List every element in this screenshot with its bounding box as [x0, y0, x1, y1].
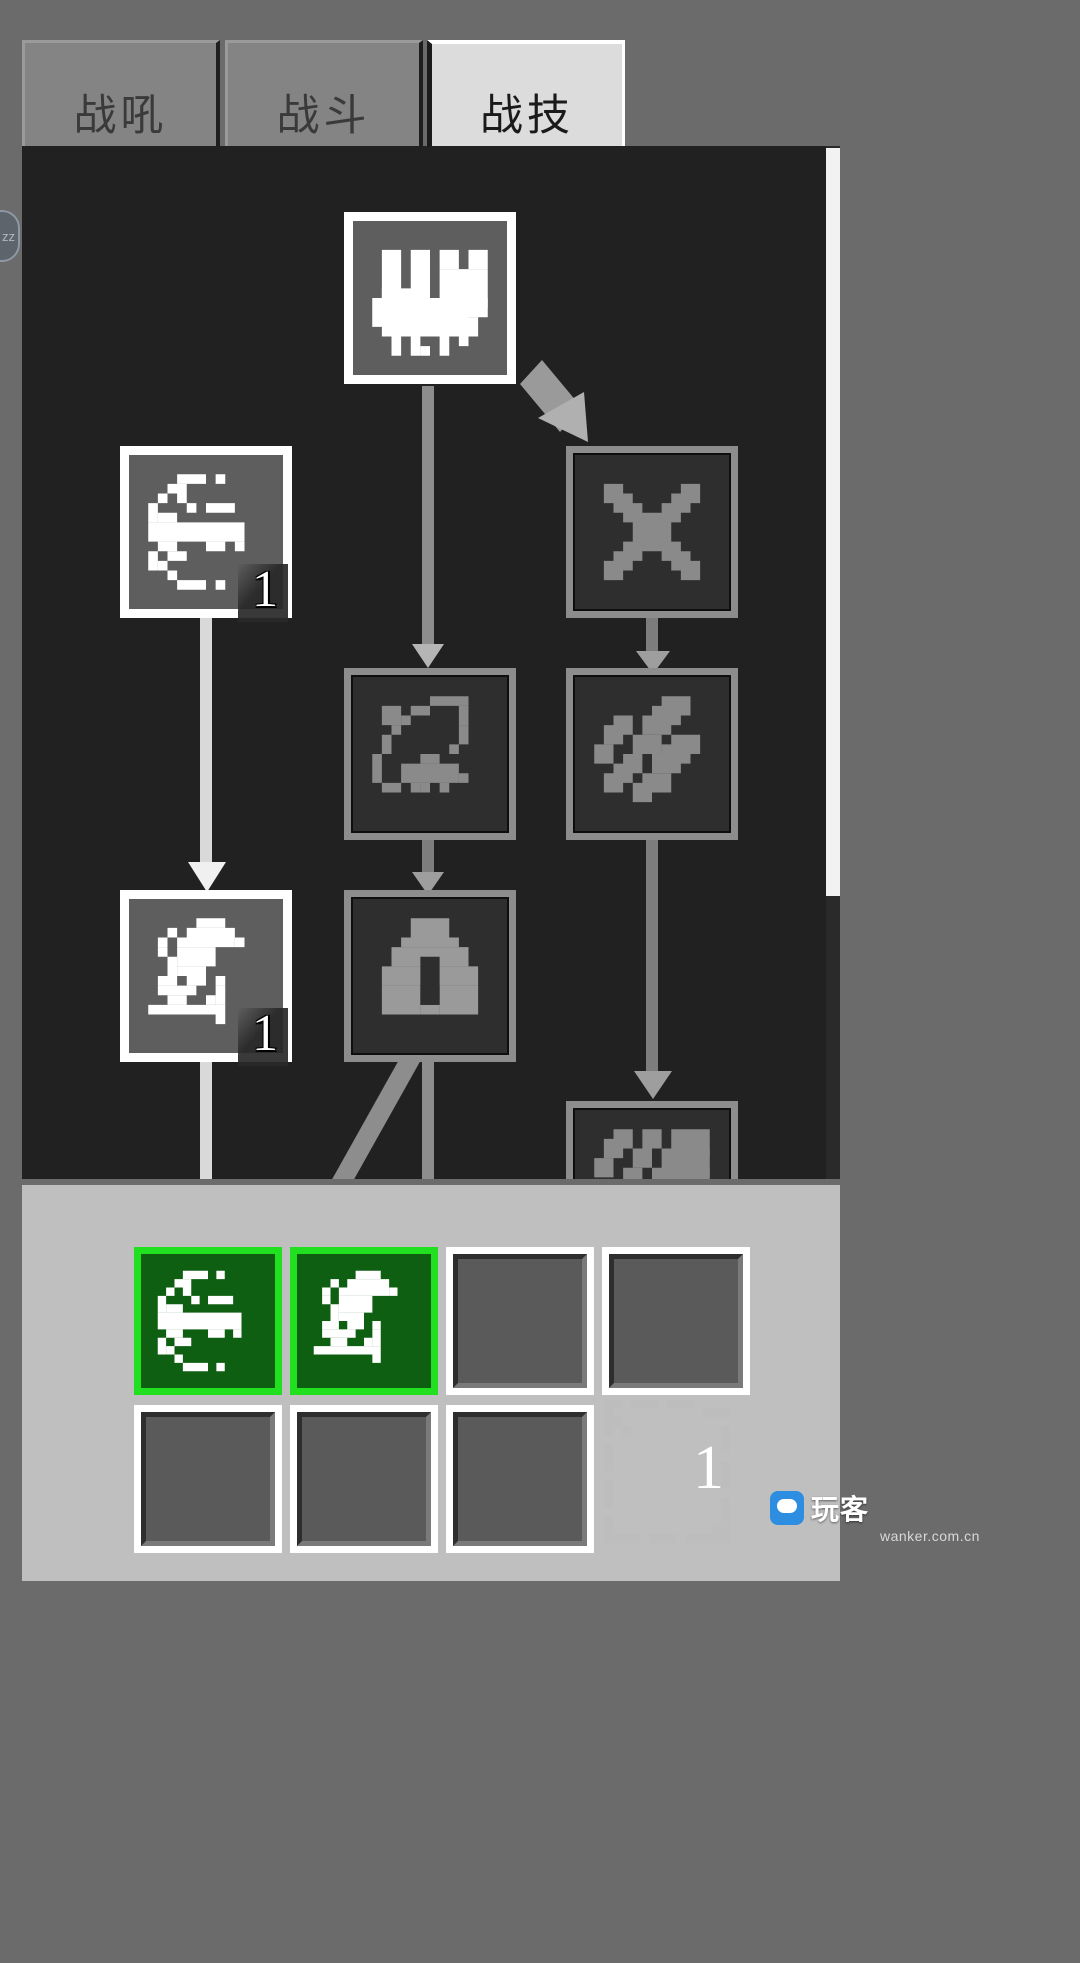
falling-shards-icon — [594, 696, 701, 803]
hotbar-slot-inner — [297, 1254, 431, 1388]
hotbar-slot-3[interactable] — [446, 1247, 594, 1395]
edge-handle-label: zz — [2, 228, 15, 244]
hotbar-slot-4[interactable] — [602, 1247, 750, 1395]
skill-level-badge: 1 — [238, 1008, 288, 1066]
chat-bubble-icon — [770, 1491, 804, 1525]
hotbar-slot-2[interactable] — [290, 1247, 438, 1395]
watermark-text: 玩客 — [811, 1494, 870, 1525]
hotbar-slot-5[interactable] — [134, 1405, 282, 1553]
skill-node-inner — [575, 1110, 729, 1179]
edge-handle[interactable]: zz — [0, 210, 20, 262]
skill-node-shards[interactable] — [566, 668, 738, 840]
skill-node-inner — [353, 677, 507, 831]
wave-claw-icon — [313, 1270, 398, 1363]
hotbar-slot-inner — [141, 1412, 275, 1546]
hotbar-slot-1[interactable] — [134, 1247, 282, 1395]
skill-node-inner — [575, 677, 729, 831]
hotbar-slot-inner — [453, 1412, 587, 1546]
rain-streak-icon — [594, 1129, 710, 1179]
watermark-url: wanker.com.cn — [880, 1528, 980, 1544]
skill-node-brace[interactable] — [344, 890, 516, 1062]
tab-war-cry-label: 战吼 — [73, 91, 168, 140]
fist-icon — [372, 249, 488, 356]
skill-node-inner — [575, 455, 729, 609]
rain-streak-icon — [604, 1399, 730, 1543]
skill-node-wave[interactable]: 1 — [120, 890, 292, 1066]
tree-scrollbar-thumb[interactable] — [826, 148, 840, 896]
skill-node-dash[interactable]: 1 — [120, 446, 292, 622]
skill-node-inner — [353, 221, 507, 375]
skill-node-rain[interactable] — [566, 1101, 738, 1179]
item-count-label: 1 — [693, 1434, 724, 1502]
hotbar-slot-inner — [609, 1254, 743, 1388]
skill-node-fist[interactable] — [344, 212, 516, 384]
watermark: 玩客 — [770, 1488, 869, 1528]
skill-node-inner — [353, 899, 507, 1053]
app-root: 战吼 战斗 战技 zz 1 1 1 玩客 wanker.com.cn — [0, 0, 1080, 1963]
skill-level-badge: 1 — [238, 564, 288, 622]
tab-war-skill-label: 战技 — [480, 92, 574, 140]
crouch-guard-icon — [381, 918, 479, 1015]
hotbar-slot-inner — [453, 1254, 587, 1388]
crossed-blades-icon — [603, 483, 701, 581]
hotbar-slot-inner — [141, 1254, 275, 1388]
tab-combat-label: 战斗 — [276, 91, 371, 140]
bottom-filler — [0, 1581, 1080, 1963]
item-count-tile[interactable]: 1 — [604, 1395, 748, 1547]
hotbar-slot-6[interactable] — [290, 1405, 438, 1553]
skill-tree-panel[interactable]: 1 1 — [22, 146, 840, 1179]
hotbar-slot-inner — [297, 1412, 431, 1546]
dash-slash-icon — [157, 1270, 242, 1372]
hotbar-slot-7[interactable] — [446, 1405, 594, 1553]
skill-tree-canvas: 1 1 — [22, 146, 840, 1179]
lasso-figure-icon — [372, 696, 469, 793]
skill-node-crossblades[interactable] — [566, 446, 738, 618]
tree-scrollbar-track[interactable] — [826, 146, 840, 1179]
skill-node-lasso[interactable] — [344, 668, 516, 840]
